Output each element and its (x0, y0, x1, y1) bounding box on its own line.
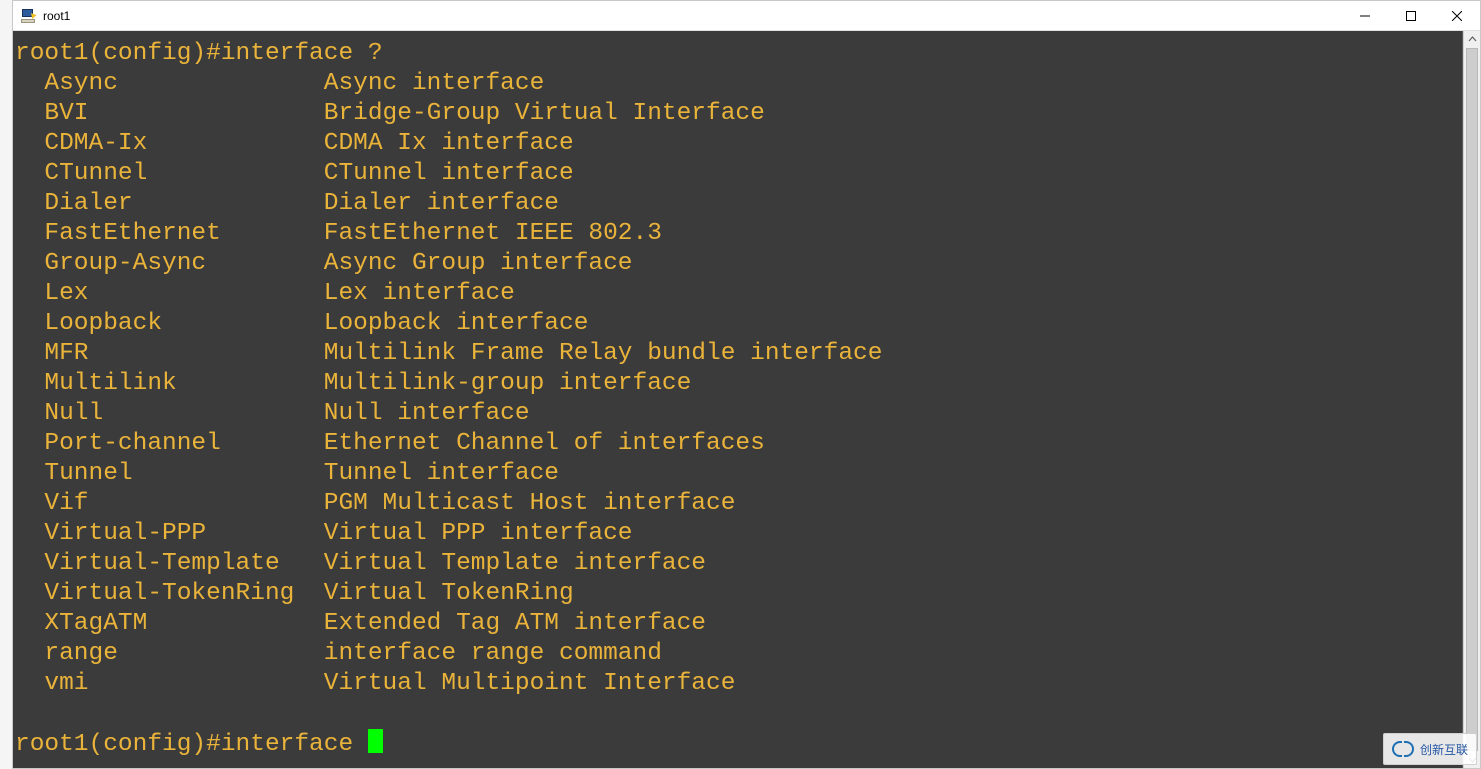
scroll-track[interactable] (1464, 48, 1480, 751)
terminal-cursor (368, 729, 383, 753)
scroll-thumb[interactable] (1466, 48, 1478, 751)
background-page-strip (0, 0, 12, 769)
terminal-output: root1(config)#interface ? Async Async in… (15, 39, 1460, 760)
titlebar[interactable]: root1 (13, 1, 1480, 31)
terminal[interactable]: root1(config)#interface ? Async Async in… (13, 31, 1463, 768)
putty-icon (21, 8, 37, 24)
window-title: root1 (43, 9, 70, 23)
watermark-logo-icon (1392, 738, 1414, 760)
minimize-button[interactable] (1342, 1, 1388, 31)
watermark-text: 创新互联 (1420, 741, 1468, 758)
client-area: root1(config)#interface ? Async Async in… (13, 31, 1480, 768)
putty-window: root1 root1(config)#interface ? Async As… (12, 0, 1481, 769)
close-button[interactable] (1434, 1, 1480, 31)
maximize-button[interactable] (1388, 1, 1434, 31)
vertical-scrollbar[interactable] (1463, 31, 1480, 768)
scroll-up-arrow-icon[interactable] (1464, 31, 1480, 48)
watermark-badge: 创新互联 (1383, 733, 1477, 765)
